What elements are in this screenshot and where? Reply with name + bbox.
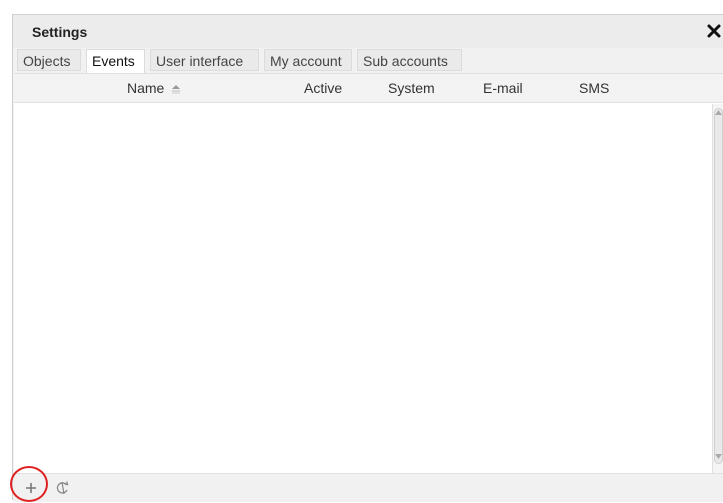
tab-label: Objects: [23, 53, 71, 69]
scrollbar-thumb[interactable]: [714, 108, 723, 464]
tab-sub-accounts[interactable]: Sub accounts: [357, 49, 462, 71]
column-label: Name: [127, 80, 165, 96]
dialog-titlebar: Settings: [13, 15, 723, 48]
tab-label: My account: [270, 53, 342, 69]
grid-body: [14, 103, 712, 474]
dialog-title: Settings: [32, 24, 88, 40]
column-header-active[interactable]: Active: [304, 80, 342, 96]
tab-events[interactable]: Events: [86, 49, 145, 73]
plus-icon[interactable]: [21, 478, 41, 498]
sort-ascending-icon: [171, 83, 181, 95]
column-header-email[interactable]: E-mail: [483, 80, 523, 96]
tab-label: Sub accounts: [363, 53, 448, 69]
scroll-up-icon[interactable]: [715, 110, 722, 115]
refresh-icon[interactable]: [53, 478, 73, 498]
grid-header: Name Active System E-mail SMS: [14, 74, 723, 103]
vertical-scrollbar[interactable]: [712, 104, 723, 474]
tab-my-account[interactable]: My account: [264, 49, 352, 71]
settings-dialog: Settings Objects Events User interface M…: [12, 14, 723, 502]
tab-objects[interactable]: Objects: [17, 49, 81, 71]
column-header-name[interactable]: Name: [127, 80, 181, 96]
close-icon[interactable]: [704, 21, 723, 41]
tab-label: User interface: [156, 53, 244, 69]
column-header-sms[interactable]: SMS: [579, 80, 609, 96]
scroll-down-icon[interactable]: [715, 454, 722, 459]
column-header-system[interactable]: System: [388, 80, 435, 96]
settings-tabs: Objects Events User interface My account…: [13, 49, 723, 73]
tab-user-interface[interactable]: User interface: [150, 49, 259, 71]
grid-footer: [13, 473, 723, 502]
events-grid: Name Active System E-mail SMS: [14, 73, 723, 474]
tab-label: Events: [92, 53, 135, 69]
